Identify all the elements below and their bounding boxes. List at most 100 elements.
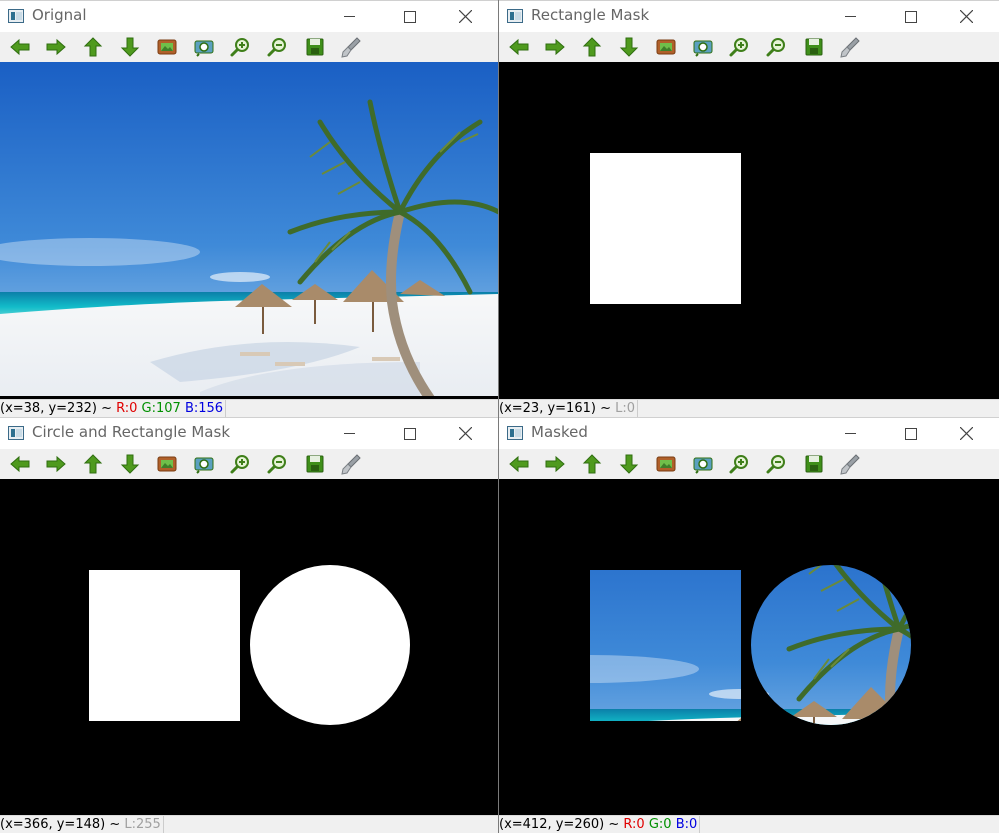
save-button[interactable]	[802, 36, 826, 58]
arrow-right-button[interactable]	[543, 453, 567, 475]
zoom-fit-icon	[693, 457, 713, 474]
beach-image	[0, 62, 498, 396]
app-window-icon	[507, 426, 523, 440]
status-blue: B:156	[184, 401, 224, 416]
image-canvas[interactable]	[499, 62, 999, 400]
properties-brush-button[interactable]	[339, 453, 363, 475]
save-button[interactable]	[802, 453, 826, 475]
zoom-out-button[interactable]	[765, 453, 789, 475]
app-window-icon	[8, 9, 24, 23]
status-luma: L:255	[124, 817, 161, 832]
arrow-down-button[interactable]	[617, 453, 641, 475]
arrow-up-button[interactable]	[580, 453, 604, 475]
arrow-left-icon	[509, 38, 529, 56]
maximize-button[interactable]	[386, 418, 432, 450]
arrow-left-button[interactable]	[507, 36, 531, 58]
arrow-right-button[interactable]	[44, 36, 68, 58]
image-button[interactable]	[155, 453, 179, 475]
arrow-left-button[interactable]	[8, 36, 32, 58]
image-canvas[interactable]	[499, 479, 999, 816]
zoom-in-icon	[729, 38, 748, 57]
status-coords: (x=23, y=161) ~	[499, 401, 611, 416]
title-bar[interactable]: Orignal	[0, 0, 498, 33]
arrow-down-button[interactable]	[118, 453, 142, 475]
arrow-up-button[interactable]	[81, 453, 105, 475]
save-button[interactable]	[303, 453, 327, 475]
image-button[interactable]	[654, 453, 678, 475]
properties-brush-icon	[840, 37, 860, 58]
properties-brush-icon	[840, 454, 860, 475]
arrow-right-button[interactable]	[543, 36, 567, 58]
mask-rectangle	[89, 570, 240, 721]
app-window-icon	[507, 9, 523, 23]
zoom-out-button[interactable]	[266, 36, 290, 58]
window-rectangle-mask: Rectangle Mask (x=23, y=161) ~ L:0	[499, 0, 999, 417]
title-bar[interactable]: Masked	[499, 417, 999, 450]
status-bar: (x=412, y=260) ~ R:0 G:0 B:0	[499, 815, 999, 833]
close-icon	[459, 10, 472, 23]
image-button[interactable]	[654, 36, 678, 58]
properties-brush-icon	[341, 37, 361, 58]
arrow-down-button[interactable]	[617, 36, 641, 58]
minimize-button[interactable]	[326, 418, 372, 450]
arrow-up-icon	[83, 454, 103, 474]
toolbar	[0, 449, 498, 479]
status-green: G:0	[648, 817, 672, 832]
properties-brush-button[interactable]	[339, 36, 363, 58]
window-circle-rectangle-mask: Circle and Rectangle Mask (x=366, y=148)…	[0, 417, 499, 833]
zoom-out-button[interactable]	[266, 453, 290, 475]
zoom-out-icon	[267, 455, 286, 474]
close-button[interactable]	[943, 418, 989, 450]
zoom-out-icon	[766, 455, 785, 474]
status-bar: (x=366, y=148) ~ L:255	[0, 815, 498, 833]
minimize-button[interactable]	[326, 1, 372, 33]
zoom-in-button[interactable]	[229, 453, 253, 475]
maximize-button[interactable]	[386, 1, 432, 33]
arrow-right-icon	[545, 38, 565, 56]
properties-brush-button[interactable]	[838, 453, 862, 475]
zoom-fit-button[interactable]	[192, 453, 216, 475]
image-canvas[interactable]	[0, 62, 498, 400]
zoom-fit-button[interactable]	[691, 453, 715, 475]
arrow-left-button[interactable]	[507, 453, 531, 475]
save-button[interactable]	[303, 36, 327, 58]
minimize-button[interactable]	[827, 418, 873, 450]
mask-rectangle	[590, 153, 741, 304]
properties-brush-button[interactable]	[838, 36, 862, 58]
window-title: Masked	[531, 423, 588, 441]
arrow-up-button[interactable]	[81, 36, 105, 58]
arrow-left-button[interactable]	[8, 453, 32, 475]
image-canvas[interactable]	[0, 479, 498, 816]
status-blue: B:0	[675, 817, 698, 832]
properties-brush-icon	[341, 454, 361, 475]
arrow-down-icon	[120, 454, 140, 474]
arrow-up-button[interactable]	[580, 36, 604, 58]
zoom-fit-icon	[693, 40, 713, 57]
zoom-in-button[interactable]	[229, 36, 253, 58]
close-button[interactable]	[442, 418, 488, 450]
maximize-button[interactable]	[887, 1, 933, 33]
title-bar[interactable]: Rectangle Mask	[499, 0, 999, 33]
zoom-out-button[interactable]	[765, 36, 789, 58]
arrow-down-button[interactable]	[118, 36, 142, 58]
maximize-button[interactable]	[887, 418, 933, 450]
minimize-button[interactable]	[827, 1, 873, 33]
arrow-up-icon	[83, 37, 103, 57]
status-green: G:107	[141, 401, 181, 416]
close-button[interactable]	[943, 1, 989, 33]
close-button[interactable]	[442, 1, 488, 33]
image-button[interactable]	[155, 36, 179, 58]
window-title: Circle and Rectangle Mask	[32, 423, 231, 441]
window-title: Orignal	[32, 6, 87, 24]
title-bar[interactable]: Circle and Rectangle Mask	[0, 417, 498, 450]
zoom-in-button[interactable]	[728, 36, 752, 58]
close-icon	[960, 427, 973, 440]
zoom-fit-button[interactable]	[192, 36, 216, 58]
masked-image	[499, 479, 999, 813]
rectangle-mask-image	[499, 62, 999, 396]
zoom-fit-button[interactable]	[691, 36, 715, 58]
arrow-right-button[interactable]	[44, 453, 68, 475]
close-icon	[459, 427, 472, 440]
zoom-in-button[interactable]	[728, 453, 752, 475]
zoom-out-icon	[267, 38, 286, 57]
